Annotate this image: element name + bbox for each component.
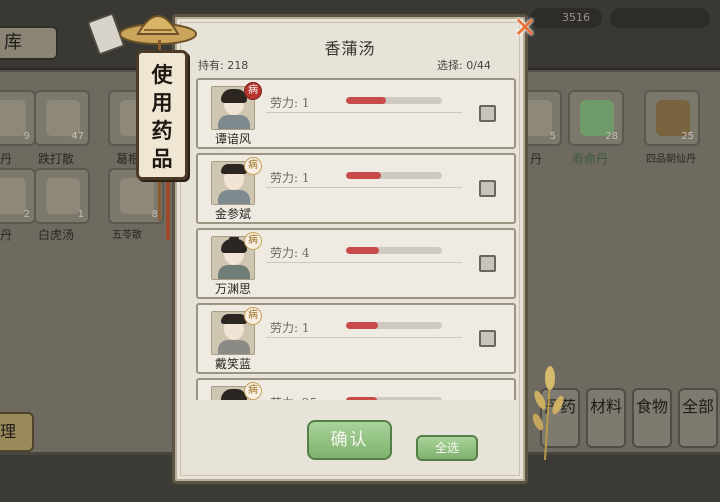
use-medicine-sign: 使用药品 <box>136 50 188 180</box>
inventory-item[interactable]: 9 <box>0 90 36 146</box>
selected-count: 选择: 0/44 <box>437 59 491 72</box>
sick-badge: 病 <box>244 232 262 250</box>
category-button-food[interactable]: 食物 <box>632 388 672 448</box>
health-bar <box>346 247 442 254</box>
sick-badge: 病 <box>244 157 262 175</box>
character-name: 戴笑蓝 <box>214 357 251 371</box>
character-card[interactable]: 病 戴笑蓝 劳力: 1 <box>196 303 516 374</box>
resource-counter <box>610 8 710 28</box>
character-card[interactable]: 病 金参斌 劳力: 1 <box>196 153 516 224</box>
health-bar-fill <box>346 247 379 254</box>
inventory-item[interactable]: 47 <box>34 90 90 146</box>
health-bar <box>346 172 442 179</box>
close-icon[interactable]: ✕ <box>510 14 540 44</box>
character-list[interactable]: 病 谭谙风 劳力: 1 病 金参斌 劳力: 1 病 万渊思 劳力: 4 病 戴笑… <box>196 74 516 400</box>
divider <box>266 112 462 113</box>
select-checkbox[interactable] <box>479 255 496 272</box>
pills-icon <box>120 178 154 214</box>
item-label: 寿命丹 <box>572 152 609 166</box>
health-bar-fill <box>346 97 387 104</box>
select-all-button[interactable]: 全选 <box>416 435 478 461</box>
sick-badge: 病 <box>244 82 262 100</box>
inventory-item[interactable]: 25 <box>644 90 700 146</box>
character-card[interactable]: 病 万渊思 劳力: 4 <box>196 228 516 299</box>
medicine-icon <box>0 100 26 136</box>
divider <box>266 187 462 188</box>
coin-counter: 3516 <box>530 8 602 28</box>
item-label: 五苓散 <box>112 230 142 241</box>
divider <box>266 262 462 263</box>
character-name: 谭谙风 <box>214 132 251 146</box>
medicine-icon <box>0 178 26 214</box>
sick-badge: 病 <box>244 382 262 400</box>
inventory-item[interactable]: 2 <box>0 168 36 224</box>
stamina-label: 劳力: 4 <box>270 246 310 260</box>
inventory-item[interactable]: 1 <box>34 168 90 224</box>
item-label: 四品朝仙丹 <box>646 154 696 165</box>
character-card[interactable]: 病 谭谙风 劳力: 1 <box>196 78 516 149</box>
health-bar <box>346 322 442 329</box>
sign-text: 使用药品 <box>151 62 173 171</box>
sign-tassel <box>166 170 170 240</box>
health-bar <box>346 97 442 104</box>
item-label: 白虎汤 <box>38 228 75 242</box>
held-count: 持有: 218 <box>198 59 249 72</box>
health-bar-fill <box>346 322 378 329</box>
divider <box>266 337 462 338</box>
health-bar-fill <box>346 172 381 179</box>
select-checkbox[interactable] <box>479 105 496 122</box>
dialog-title: 香蒲汤 <box>324 39 376 58</box>
category-button-all[interactable]: 全部 <box>678 388 718 448</box>
character-name: 万渊思 <box>214 282 251 296</box>
confirm-button[interactable]: 确认 <box>307 420 392 460</box>
stamina-label: 劳力: 1 <box>270 171 310 185</box>
pot-icon <box>46 178 80 214</box>
stamina-label: 劳力: 1 <box>270 321 310 335</box>
health-bar <box>346 397 442 400</box>
wheat-decoration-icon <box>532 366 564 460</box>
item-label: 丹 <box>530 152 543 166</box>
character-card[interactable]: 病 劳力: 25 <box>196 378 516 400</box>
stamina-label: 劳力: 25 <box>270 394 317 400</box>
category-button-materials[interactable]: 材料 <box>586 388 626 448</box>
character-name: 金参斌 <box>214 207 251 221</box>
inventory-item[interactable]: 28 <box>568 90 624 146</box>
sort-button[interactable]: 理 <box>0 412 34 452</box>
sick-badge: 病 <box>244 307 262 325</box>
item-label: 丹 <box>0 152 13 166</box>
select-checkbox[interactable] <box>479 330 496 347</box>
health-bar-fill <box>346 397 377 400</box>
stamina-label: 劳力: 1 <box>270 96 310 110</box>
select-checkbox[interactable] <box>479 180 496 197</box>
warehouse-tab[interactable]: 库 <box>0 26 58 60</box>
item-label: 跌打散 <box>38 152 75 166</box>
item-label: 丹 <box>0 228 13 242</box>
